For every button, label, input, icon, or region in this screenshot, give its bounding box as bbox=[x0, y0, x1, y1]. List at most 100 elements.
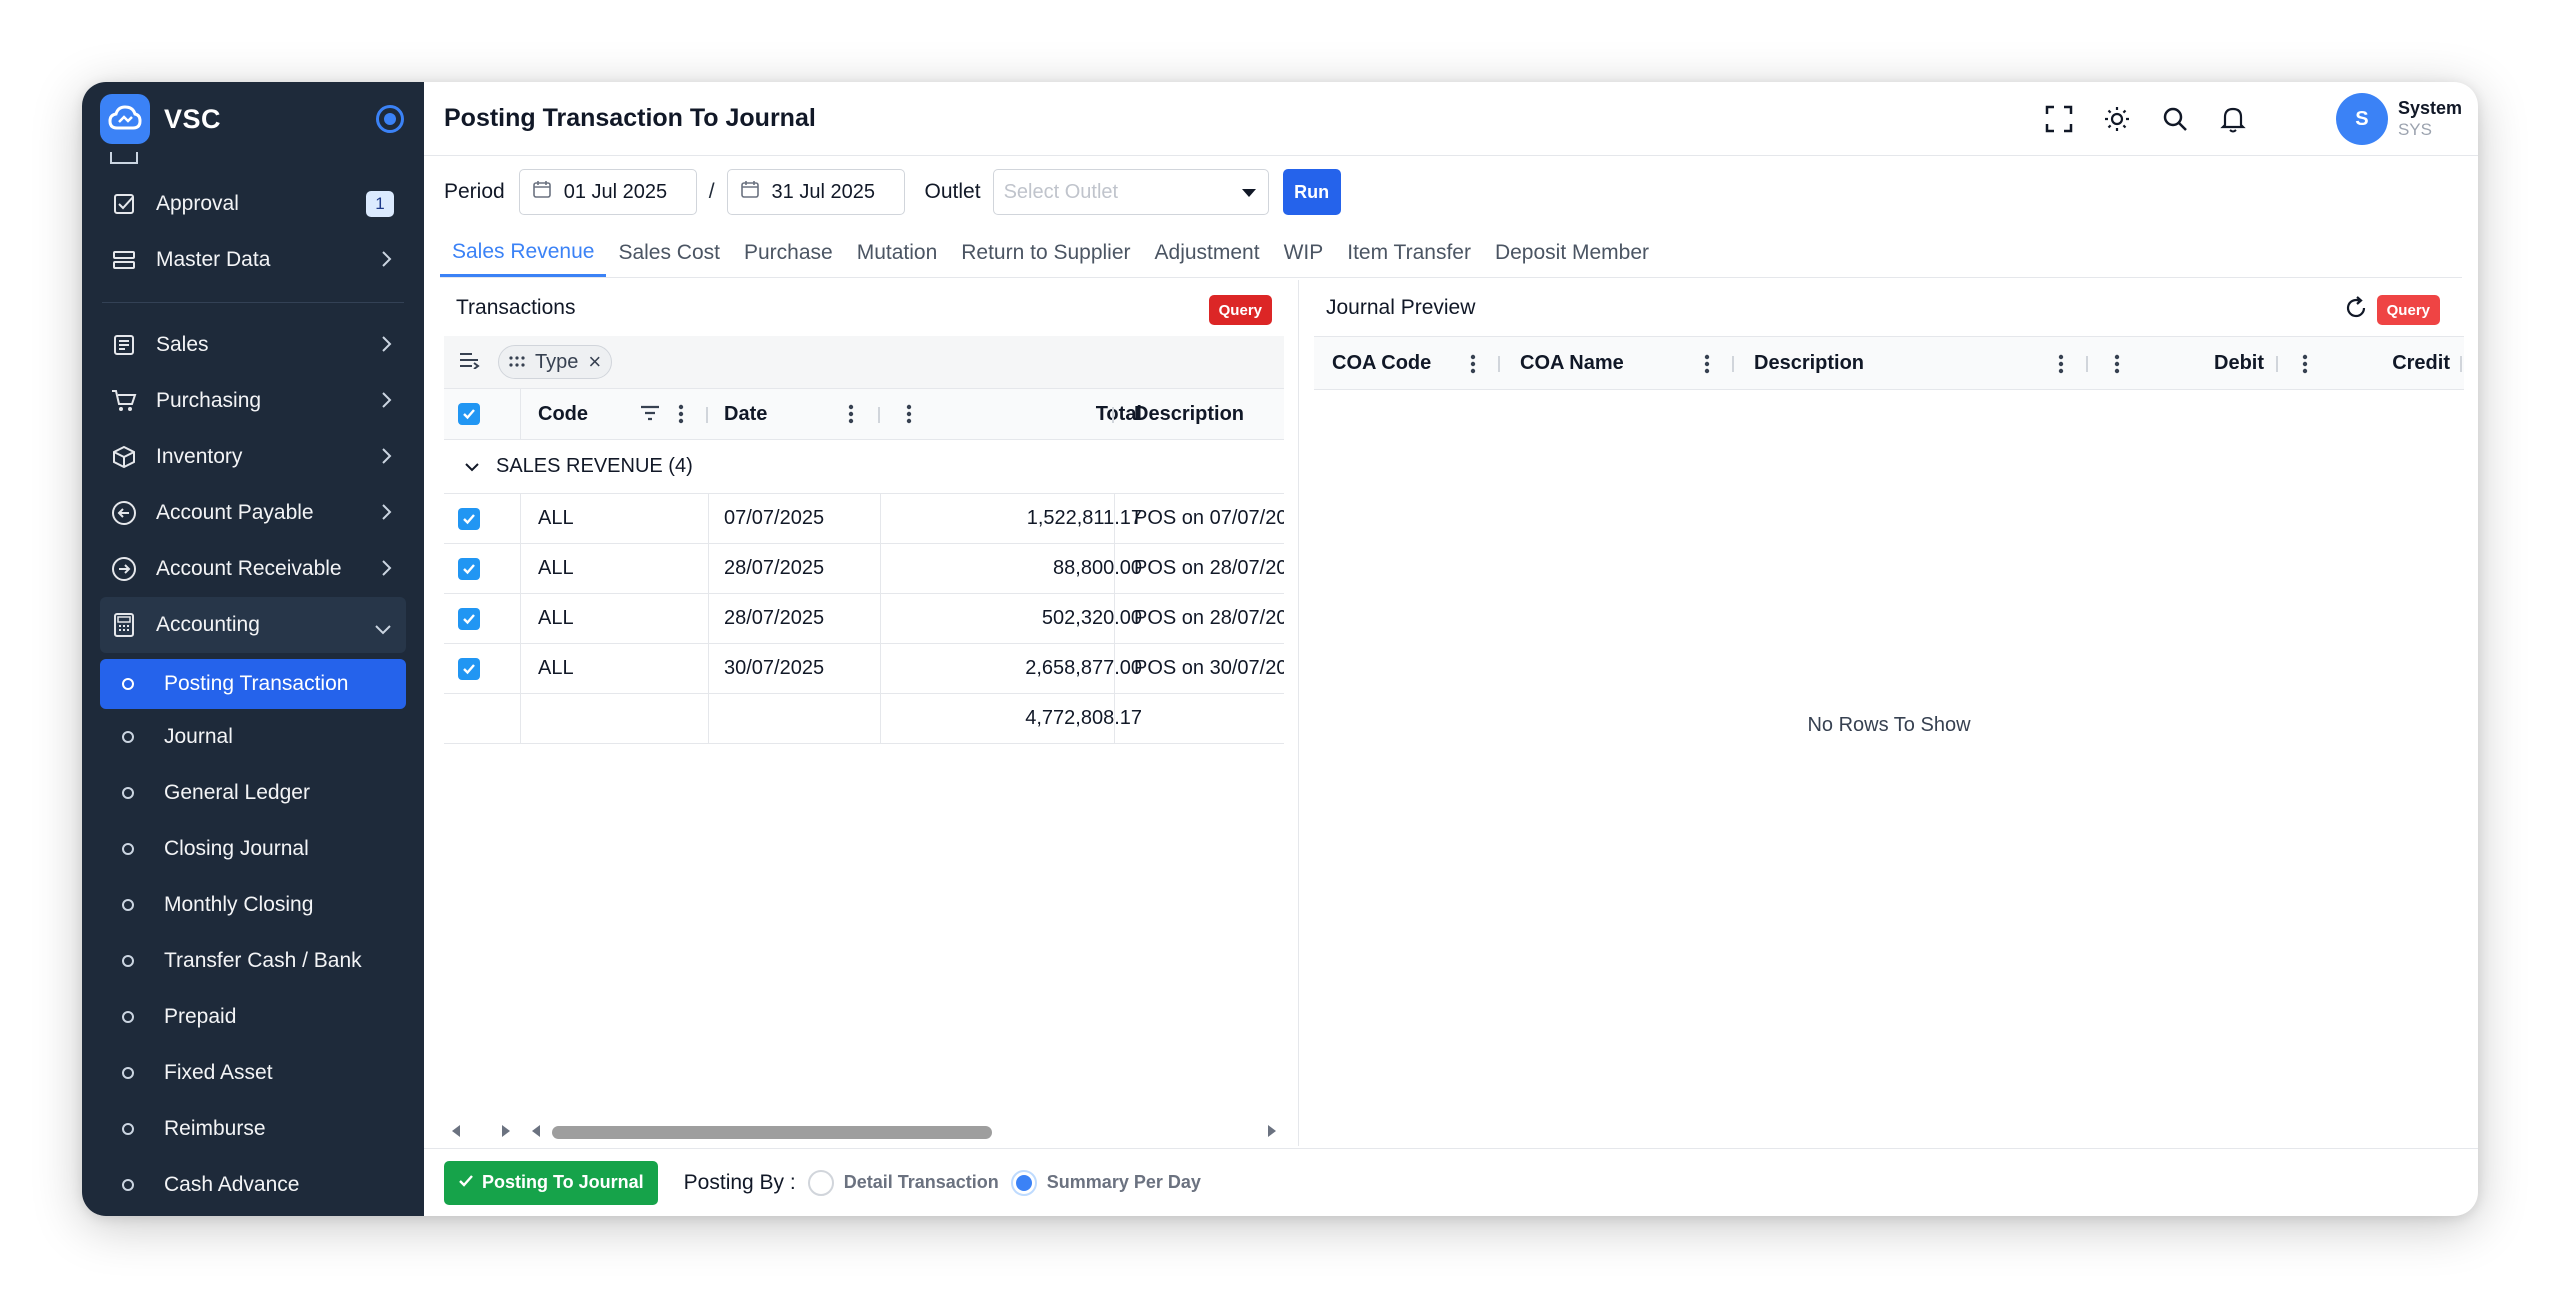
table-row[interactable]: ALL 28/07/2025 502,320.00 POS on 28/07/2… bbox=[444, 594, 1284, 644]
tab-purchase[interactable]: Purchase bbox=[732, 241, 845, 277]
circle-icon bbox=[122, 955, 134, 967]
sidebar-item-inventory[interactable]: Inventory bbox=[100, 429, 406, 485]
column-menu-icon[interactable] bbox=[906, 403, 912, 431]
column-menu-icon[interactable] bbox=[2058, 353, 2064, 381]
row-checkbox[interactable] bbox=[458, 507, 480, 530]
table-row[interactable]: ALL 28/07/2025 88,800.00 POS on 28/07/20 bbox=[444, 544, 1284, 594]
sidebar-subitem-general-ledger[interactable]: General Ledger bbox=[100, 765, 406, 821]
column-menu-icon[interactable] bbox=[2302, 353, 2308, 381]
scroll-thumb[interactable] bbox=[552, 1126, 992, 1139]
brand: VSC bbox=[82, 82, 424, 156]
tab-sales-cost[interactable]: Sales Cost bbox=[606, 241, 732, 277]
tab-bar: Sales Revenue Sales Cost Purchase Mutati… bbox=[440, 228, 2462, 278]
radio-detail-label[interactable]: Detail Transaction bbox=[844, 1172, 999, 1193]
radio-summary-label[interactable]: Summary Per Day bbox=[1047, 1172, 1201, 1193]
transactions-grid-body: SALES REVENUE (4) ALL 07/07/2025 1,522,8… bbox=[444, 440, 1284, 744]
sidebar-item-accounting[interactable]: Accounting bbox=[100, 597, 406, 653]
posting-to-journal-button[interactable]: Posting To Journal bbox=[444, 1160, 658, 1205]
date-from-value: 01 Jul 2025 bbox=[563, 180, 668, 203]
transactions-header: Transactions Query bbox=[444, 280, 1284, 336]
column-menu-icon[interactable] bbox=[848, 403, 854, 431]
sidebar-subitem-journal[interactable]: Journal bbox=[100, 709, 406, 765]
user-info: System SYS bbox=[2398, 97, 2462, 141]
outlet-select[interactable]: Select Outlet bbox=[992, 169, 1269, 215]
sidebar-subitem-transfer-cash-bank[interactable]: Transfer Cash / Bank bbox=[100, 933, 406, 989]
column-header-description[interactable]: Description bbox=[1134, 403, 1244, 426]
column-header-debit[interactable]: Debit bbox=[2214, 352, 2264, 375]
sidebar-toggle-icon[interactable] bbox=[376, 105, 404, 133]
tab-return-to-supplier[interactable]: Return to Supplier bbox=[949, 241, 1142, 277]
date-from-input[interactable]: 01 Jul 2025 bbox=[518, 169, 697, 215]
sidebar-item-label: Fixed Asset bbox=[164, 1061, 273, 1084]
group-panel-icon bbox=[458, 351, 480, 374]
sidebar-subitem-fixed-asset[interactable]: Fixed Asset bbox=[100, 1045, 406, 1101]
pane-divider[interactable] bbox=[1298, 280, 1299, 1146]
column-header-coa-name[interactable]: COA Name bbox=[1520, 352, 1624, 375]
scroll-left-icon[interactable] bbox=[530, 1124, 542, 1143]
radio-detail-transaction[interactable] bbox=[807, 1169, 834, 1196]
sidebar-item-label: Approval bbox=[156, 192, 239, 215]
fullscreen-icon[interactable] bbox=[2044, 104, 2074, 134]
column-menu-icon[interactable] bbox=[1704, 353, 1710, 381]
search-icon[interactable] bbox=[2160, 104, 2190, 134]
sidebar-subitem-posting-transaction[interactable]: Posting Transaction bbox=[100, 659, 406, 709]
grand-total: 4,772,808.17 bbox=[1025, 707, 1142, 729]
table-row[interactable]: ALL 30/07/2025 2,658,877.00 POS on 30/07… bbox=[444, 644, 1284, 694]
row-checkbox[interactable] bbox=[458, 657, 480, 680]
column-header-coa-code[interactable]: COA Code bbox=[1332, 352, 1431, 375]
close-icon[interactable]: × bbox=[588, 349, 601, 375]
horizontal-scrollbar[interactable] bbox=[444, 1116, 1284, 1146]
run-button[interactable]: Run bbox=[1282, 169, 1341, 215]
date-to-input[interactable]: 31 Jul 2025 bbox=[726, 169, 905, 215]
row-checkbox[interactable] bbox=[458, 557, 480, 580]
sidebar-item-master-data[interactable]: Master Data bbox=[100, 232, 406, 288]
cell-description: POS on 28/07/20 bbox=[1134, 607, 1284, 629]
row-checkbox[interactable] bbox=[458, 607, 480, 630]
sidebar-subitem-prepaid[interactable]: Prepaid bbox=[100, 989, 406, 1045]
column-header-date[interactable]: Date bbox=[724, 403, 767, 426]
table-row[interactable]: ALL 07/07/2025 1,522,811.17 POS on 07/07… bbox=[444, 494, 1284, 544]
user-menu[interactable]: S System SYS bbox=[2335, 93, 2462, 145]
app-name: VSC bbox=[164, 103, 222, 134]
circle-icon bbox=[122, 1011, 134, 1023]
column-header-credit[interactable]: Credit bbox=[2392, 352, 2450, 375]
sidebar-item-sales[interactable]: Sales bbox=[100, 317, 406, 373]
tab-adjustment[interactable]: Adjustment bbox=[1143, 241, 1272, 277]
sidebar-item-account-payable[interactable]: Account Payable bbox=[100, 485, 406, 541]
group-row-sales-revenue[interactable]: SALES REVENUE (4) bbox=[444, 440, 1284, 494]
tab-deposit-member[interactable]: Deposit Member bbox=[1483, 241, 1661, 277]
calculator-icon bbox=[110, 611, 138, 639]
column-menu-icon[interactable] bbox=[2114, 353, 2120, 381]
column-menu-icon[interactable] bbox=[1470, 353, 1476, 381]
scroll-right-icon[interactable] bbox=[1266, 1124, 1278, 1143]
scroll-right-icon[interactable] bbox=[500, 1124, 512, 1143]
sun-icon[interactable] bbox=[2102, 104, 2132, 134]
column-menu-icon[interactable] bbox=[678, 403, 684, 431]
column-header-code[interactable]: Code bbox=[538, 403, 588, 426]
tab-sales-revenue[interactable]: Sales Revenue bbox=[440, 240, 607, 277]
sidebar-subitem-monthly-closing[interactable]: Monthly Closing bbox=[100, 877, 406, 933]
sidebar-item-label: Accounting bbox=[156, 613, 260, 636]
tab-wip[interactable]: WIP bbox=[1272, 241, 1336, 277]
filter-icon[interactable] bbox=[640, 405, 660, 429]
sidebar-item-purchasing[interactable]: Purchasing bbox=[100, 373, 406, 429]
chevron-down-icon[interactable] bbox=[464, 455, 480, 478]
group-chip-type[interactable]: Type × bbox=[498, 345, 613, 379]
transactions-query-button[interactable]: Query bbox=[1208, 295, 1272, 325]
scroll-left-icon[interactable] bbox=[450, 1124, 462, 1143]
sidebar-subitem-reimburse[interactable]: Reimburse bbox=[100, 1101, 406, 1157]
bell-icon[interactable] bbox=[2218, 104, 2248, 134]
radio-summary-per-day[interactable] bbox=[1010, 1169, 1037, 1196]
sidebar-subitem-cash-advance[interactable]: Cash Advance bbox=[100, 1157, 406, 1213]
sidebar-item-account-receivable[interactable]: Account Receivable bbox=[100, 541, 406, 597]
sidebar-item-approval[interactable]: Approval 1 bbox=[100, 176, 406, 232]
tab-mutation[interactable]: Mutation bbox=[845, 241, 950, 277]
posting-by-label: Posting By : bbox=[683, 1170, 796, 1194]
sidebar-item-label: Prepaid bbox=[164, 1005, 237, 1028]
select-all-checkbox[interactable] bbox=[458, 403, 480, 425]
journal-query-button[interactable]: Query bbox=[2376, 295, 2440, 325]
refresh-icon[interactable] bbox=[2344, 296, 2368, 326]
column-header-description[interactable]: Description bbox=[1754, 352, 1864, 375]
tab-item-transfer[interactable]: Item Transfer bbox=[1335, 241, 1483, 277]
sidebar-subitem-closing-journal[interactable]: Closing Journal bbox=[100, 821, 406, 877]
